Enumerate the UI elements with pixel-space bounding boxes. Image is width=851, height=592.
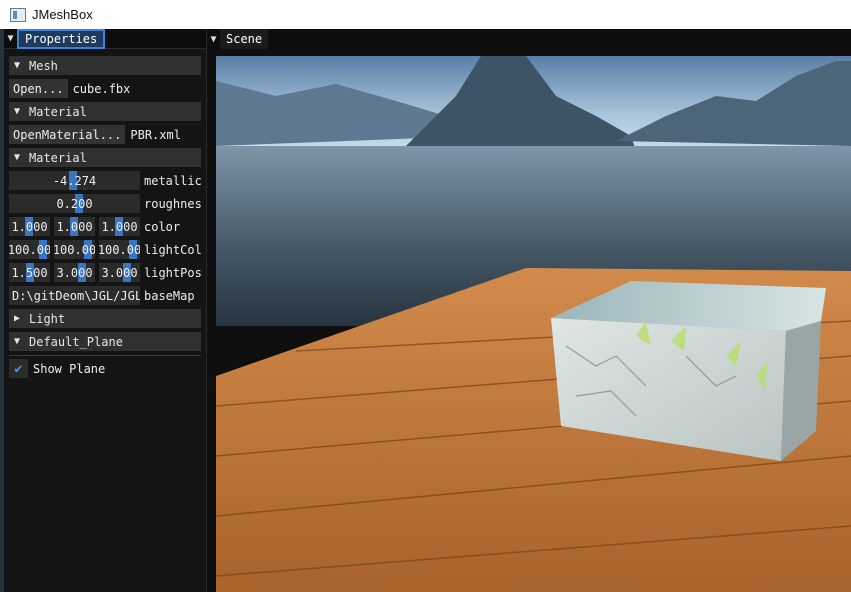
open-mesh-button[interactable]: Open... [9, 79, 68, 98]
mesh-header[interactable]: ▼ Mesh [9, 56, 201, 75]
light-color-g-slider[interactable]: 100.00 [54, 240, 95, 259]
light-color-g-value: 100.00 [54, 242, 95, 257]
roughness-slider[interactable]: 0.200 [9, 194, 140, 213]
light-pos-row: 1.500 3.000 3.000 lightPos [9, 263, 202, 282]
mesh-header-label: Mesh [29, 58, 58, 73]
color-b-slider[interactable]: 1.000 [99, 217, 140, 236]
base-map-label: baseMap [144, 288, 195, 303]
scene-menu-arrow-icon[interactable]: ▼ [207, 34, 220, 45]
app-icon [10, 7, 26, 22]
title-bar: JMeshBox [0, 0, 851, 29]
light-header-label: Light [29, 311, 66, 326]
roughness-label: roughnes [144, 196, 202, 211]
light-color-row: 100.00 100.00 100.00 lightCol [9, 240, 202, 259]
section-divider [9, 355, 201, 356]
panel-menu-arrow-icon[interactable]: ▼ [4, 33, 17, 44]
default-plane-header-label: Default_Plane [29, 334, 123, 349]
material-file-header[interactable]: ▼ Material [9, 102, 201, 121]
scene-render[interactable] [216, 56, 851, 592]
color-r-value: 1.000 [11, 219, 48, 234]
scene-tabbar: ▼ Scene [207, 29, 851, 49]
metallic-value: -4.274 [52, 173, 97, 188]
triangle-down-icon: ▼ [14, 152, 21, 163]
color-g-slider[interactable]: 1.000 [54, 217, 95, 236]
light-color-b-slider[interactable]: 100.00 [99, 240, 140, 259]
triangle-down-icon: ▼ [14, 336, 21, 347]
tab-scene[interactable]: Scene [220, 29, 269, 49]
show-plane-checkbox[interactable]: ✔ [9, 359, 28, 378]
color-g-value: 1.000 [56, 219, 93, 234]
properties-tabbar: ▼ Properties [4, 28, 206, 49]
light-color-label: lightCol [144, 242, 202, 257]
light-pos-label: lightPos [144, 265, 202, 280]
light-pos-y-value: 3.000 [56, 265, 93, 280]
color-b-value: 1.000 [101, 219, 138, 234]
light-color-r-value: 100.00 [9, 242, 50, 257]
show-plane-label: Show Plane [33, 361, 106, 376]
roughness-value: 0.200 [56, 196, 93, 211]
material-header-label: Material [29, 150, 87, 165]
light-pos-x-slider[interactable]: 1.500 [9, 263, 50, 282]
color-row: 1.000 1.000 1.000 color [9, 217, 180, 236]
triangle-down-icon: ▼ [14, 106, 21, 117]
mesh-file-name: cube.fbx [72, 81, 131, 96]
default-plane-header[interactable]: ▼ Default_Plane [9, 332, 201, 351]
triangle-right-icon: ▶ [14, 313, 21, 324]
metallic-label: metallic [144, 173, 202, 188]
light-color-b-value: 100.00 [99, 242, 140, 257]
material-file-header-label: Material [29, 104, 87, 119]
base-map-input[interactable]: D:\gitDeom\JGL/JGL [9, 286, 140, 305]
light-header[interactable]: ▶ Light [9, 309, 201, 328]
material-header[interactable]: ▼ Material [9, 148, 201, 167]
material-file-row: OpenMaterial... PBR.xml [9, 125, 181, 144]
mesh-row: Open... cube.fbx [9, 79, 130, 98]
light-color-r-slider[interactable]: 100.00 [9, 240, 50, 259]
base-map-row: D:\gitDeom\JGL/JGL baseMap [9, 286, 195, 305]
light-pos-x-value: 1.500 [11, 265, 48, 280]
color-label: color [144, 219, 181, 234]
color-r-slider[interactable]: 1.000 [9, 217, 50, 236]
material-file-name: PBR.xml [130, 127, 181, 142]
tab-properties[interactable]: Properties [17, 28, 106, 49]
triangle-down-icon: ▼ [14, 60, 21, 71]
roughness-row: 0.200 roughnes [9, 194, 202, 213]
metallic-row: -4.274 metallic [9, 171, 202, 190]
checkmark-icon: ✔ [14, 360, 23, 377]
light-pos-z-value: 3.000 [101, 265, 138, 280]
scene-viewport[interactable] [216, 56, 851, 592]
metallic-slider[interactable]: -4.274 [9, 171, 140, 190]
light-pos-z-slider[interactable]: 3.000 [99, 263, 140, 282]
base-map-value: D:\gitDeom\JGL/JGL [12, 288, 140, 303]
properties-panel: ▼ Properties ▼ Mesh Open... cube.fbx ▼ M… [4, 28, 207, 592]
show-plane-row: ✔ Show Plane [9, 359, 105, 378]
light-pos-y-slider[interactable]: 3.000 [54, 263, 95, 282]
window-title: JMeshBox [32, 7, 93, 22]
open-material-button[interactable]: OpenMaterial... [9, 125, 126, 144]
